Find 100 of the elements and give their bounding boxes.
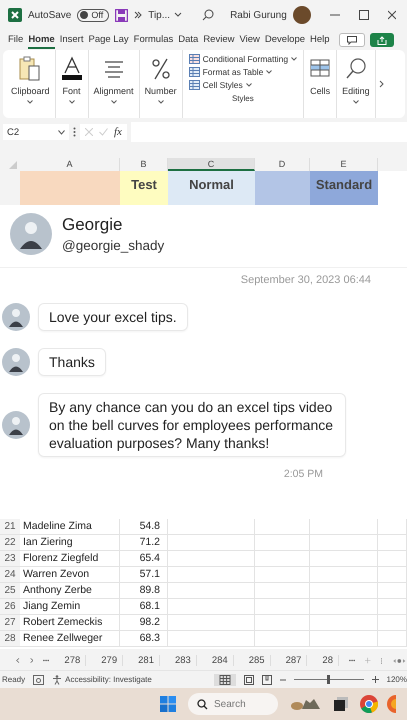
sheet-tab[interactable]: 285 <box>244 655 271 666</box>
ribbon-tab[interactable]: Help <box>310 32 330 48</box>
page-layout-icon[interactable] <box>244 674 254 684</box>
check-icon[interactable] <box>99 128 108 136</box>
avatar <box>2 348 30 376</box>
browser-icon[interactable] <box>387 695 396 713</box>
table-cell: 65.4 <box>120 551 168 567</box>
sheet-tab[interactable]: 28 <box>317 655 339 666</box>
save-icon[interactable] <box>115 8 128 22</box>
autosave-toggle[interactable]: Off <box>77 8 110 22</box>
table-cell <box>310 631 378 647</box>
ribbon-group-button[interactable]: Font <box>56 50 89 118</box>
table-cell: 54.8 <box>120 519 168 535</box>
table-cell <box>378 583 407 599</box>
previous-sheet-icon[interactable] <box>16 656 20 665</box>
sheet-tab[interactable]: 281 <box>133 655 160 666</box>
table-cell <box>255 535 310 551</box>
table-cell <box>310 567 378 583</box>
ribbon-group-button[interactable]: Number <box>140 50 183 118</box>
styles-menu-item[interactable]: Conditional Formatting <box>188 54 298 64</box>
more-sheets-icon[interactable] <box>349 659 356 662</box>
macro-recorder-icon[interactable] <box>33 674 44 684</box>
page-break-icon[interactable] <box>262 674 272 684</box>
table-cell <box>255 615 310 631</box>
styles-menu-item[interactable]: Cell Styles <box>188 80 252 90</box>
browser-icon[interactable] <box>360 695 378 713</box>
sender-handle: @georgie_shady <box>62 238 164 252</box>
normal-view-icon[interactable] <box>214 674 236 686</box>
next-sheet-icon[interactable] <box>30 656 34 665</box>
share-button[interactable] <box>370 33 394 47</box>
table-cell: 98.2 <box>120 615 168 631</box>
caret-icon <box>27 100 34 104</box>
row-number: 21 <box>0 519 20 535</box>
table-cell: Anthony Zerbe <box>20 583 120 599</box>
search-field[interactable]: Search <box>188 693 278 715</box>
table-cell: Florenz Ziegfeld <box>20 551 120 567</box>
table-cell: Warren Zevon <box>20 567 120 583</box>
cells-button[interactable]: Cells <box>304 50 338 118</box>
maximize-icon[interactable] <box>358 10 369 20</box>
ribbon-group-button[interactable]: Clipboard <box>6 50 56 118</box>
table-cell <box>255 583 310 599</box>
ribbon-tab[interactable]: Develope <box>264 32 306 48</box>
file-name-dropdown[interactable]: Tip... <box>148 10 182 20</box>
close-icon[interactable] <box>388 10 396 20</box>
table-cell <box>255 567 310 583</box>
task-view-icon[interactable] <box>334 697 348 711</box>
font-color-icon <box>60 56 83 82</box>
clipboard-icon <box>19 56 42 82</box>
table-style-icon <box>188 54 200 64</box>
row-number: 22 <box>0 535 20 551</box>
more-chevron-icon[interactable] <box>134 11 142 19</box>
avatar <box>2 303 30 331</box>
more-sheets-icon[interactable] <box>43 659 50 662</box>
ribbon-tab[interactable]: Formulas <box>134 32 174 48</box>
avatar-icon[interactable] <box>292 6 311 24</box>
column-header[interactable]: C <box>168 158 255 171</box>
autosave-label: AutoSave <box>28 10 72 20</box>
spreadsheet-logo-icon <box>8 8 22 22</box>
start-icon[interactable] <box>160 696 176 712</box>
name-box[interactable]: C2 <box>3 124 69 140</box>
scroll-arrows-icon[interactable] <box>392 656 407 664</box>
caret-icon <box>158 100 164 104</box>
caret-icon <box>352 100 359 104</box>
message-bubble: Love your excel tips. <box>38 303 188 331</box>
comment-icon <box>346 36 357 44</box>
ribbon-tab[interactable]: Page Lay <box>88 32 129 48</box>
table-cell: Ian Ziering <box>20 535 120 551</box>
scroll-right-icon[interactable] <box>378 80 384 88</box>
table-cell <box>255 519 310 535</box>
sheet-tab[interactable]: 283 <box>170 655 197 666</box>
ribbon-tab[interactable]: Data <box>178 32 198 48</box>
ribbon-tab[interactable]: Insert <box>60 32 84 48</box>
percent-icon <box>150 56 172 82</box>
sheet-tab[interactable]: 278 <box>59 655 86 666</box>
table-cell <box>255 631 310 647</box>
table-cell: 89.8 <box>120 583 168 599</box>
zoom-in-icon[interactable] <box>372 676 379 683</box>
insert-function-button[interactable]: fx <box>114 126 122 138</box>
row-number: 24 <box>0 567 20 583</box>
more-options-icon[interactable] <box>73 127 76 137</box>
table-cell <box>310 583 378 599</box>
comments-button[interactable] <box>338 33 365 47</box>
search-icon[interactable] <box>202 9 214 21</box>
sheet-tab[interactable]: 284 <box>206 655 234 666</box>
accessibility-button[interactable]: Accessibility: Investigate <box>52 674 152 684</box>
ribbon-tab[interactable]: Review <box>203 32 234 48</box>
avatar <box>2 411 30 439</box>
widget-icon[interactable] <box>290 697 322 711</box>
sheet-tab[interactable]: 287 <box>280 655 308 666</box>
styles-menu-item[interactable]: Format as Table <box>188 67 272 77</box>
row-number: 25 <box>0 583 20 599</box>
table-cell <box>310 599 378 615</box>
editing-button[interactable]: Editing <box>337 50 376 118</box>
ribbon-tab[interactable]: File <box>8 32 24 48</box>
sheet-tab[interactable]: 279 <box>96 655 124 666</box>
ribbon-tab[interactable]: View <box>239 32 260 48</box>
table-cell: Renee Zellweger <box>20 631 120 647</box>
slider-thumb[interactable] <box>327 675 330 684</box>
ribbon-group-button[interactable]: Alignment <box>88 50 140 118</box>
row-number: 23 <box>0 551 20 567</box>
